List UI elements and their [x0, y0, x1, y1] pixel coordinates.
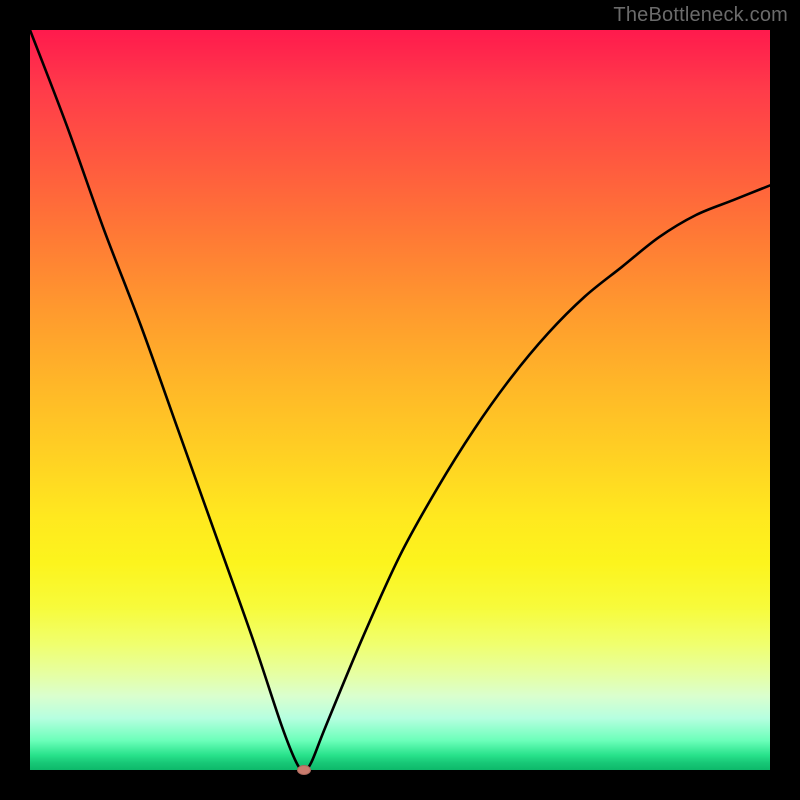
plot-area — [30, 30, 770, 770]
chart-frame: TheBottleneck.com — [0, 0, 800, 800]
bottleneck-curve — [30, 30, 770, 770]
optimal-marker — [297, 765, 311, 775]
curve-svg — [30, 30, 770, 770]
watermark-text: TheBottleneck.com — [613, 4, 788, 27]
